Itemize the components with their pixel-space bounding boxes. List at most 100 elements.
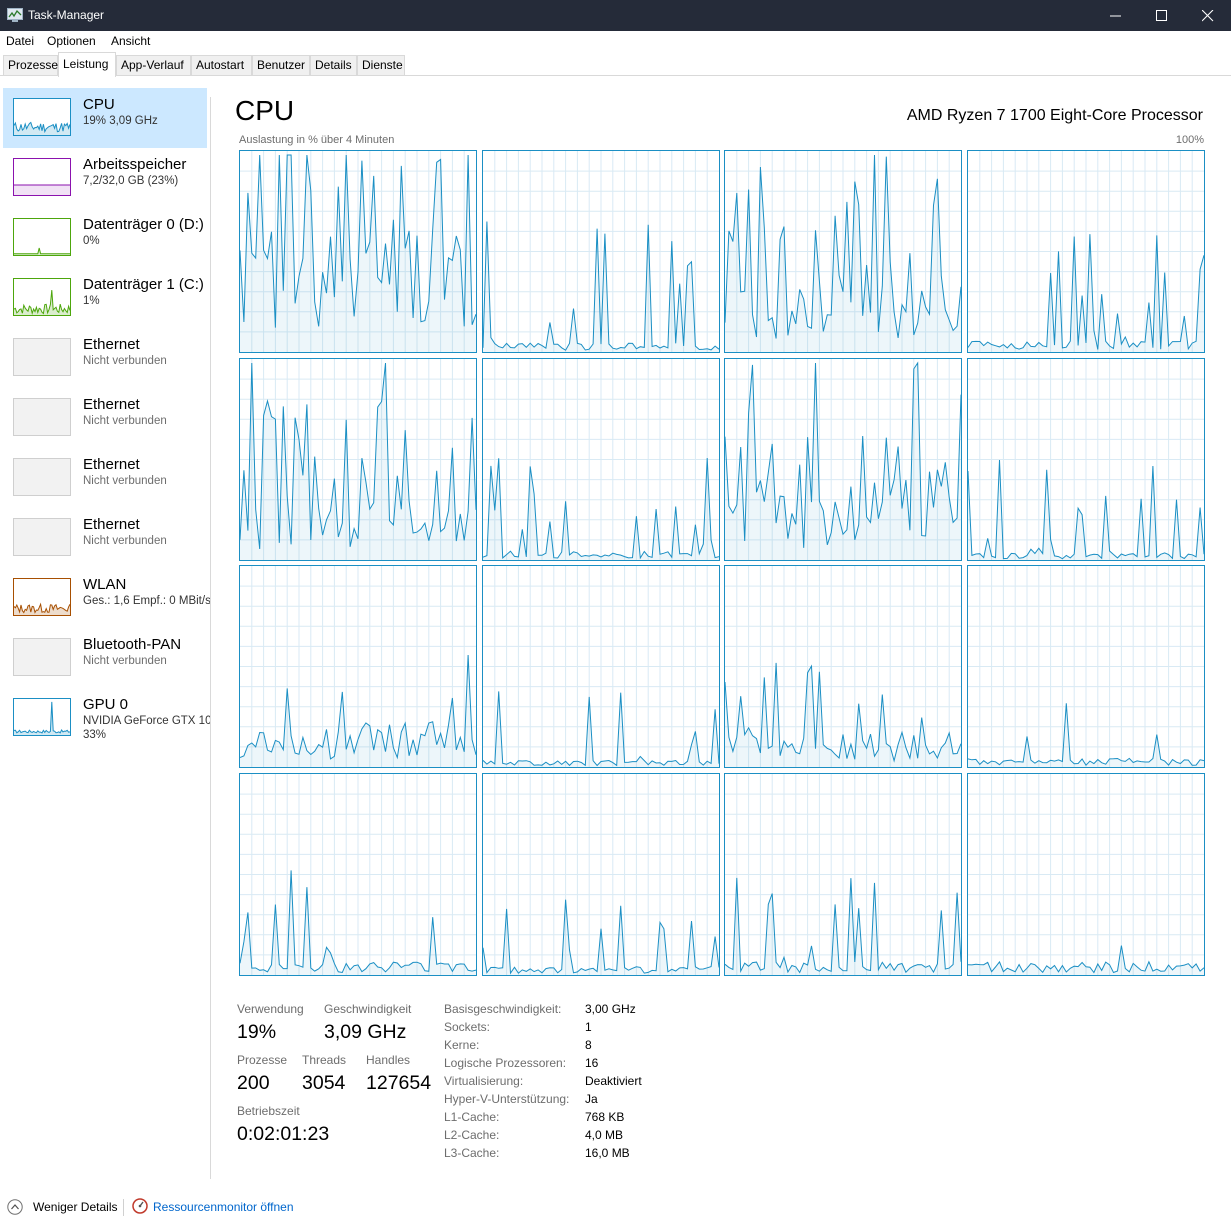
sidebar-item-datentr-ger-0-d[interactable]: Datenträger 0 (D:) 0%: [3, 208, 207, 268]
sidebar-item-ethernet[interactable]: Ethernet Nicht verbunden: [3, 448, 207, 508]
processor-usage-graph: [482, 773, 719, 975]
menu-datei[interactable]: Datei: [6, 34, 34, 48]
sidebar-thumbnail-line: [13, 121, 71, 135]
speed-label: Geschwindigkeit: [324, 1002, 412, 1016]
sidebar-item-detail: 0%: [83, 235, 100, 247]
tab-app-verlauf[interactable]: App-Verlauf: [116, 55, 191, 75]
tab-details[interactable]: Details: [310, 55, 357, 75]
processor-usage-graph: [967, 566, 1204, 767]
menu-ansicht[interactable]: Ansicht: [111, 34, 150, 48]
processor-usage-graph: [725, 358, 961, 560]
processor-usage-graph: [482, 566, 719, 767]
logical-processor-chart: [239, 357, 477, 561]
sidebar-item-name: CPU: [83, 96, 115, 113]
processor-usage-graph: [482, 151, 719, 352]
resource-monitor-link[interactable]: Ressourcenmonitor öffnen: [153, 1200, 294, 1214]
resource-monitor-icon: [132, 1198, 148, 1214]
sidebar-item-datentr-ger-1-c[interactable]: Datenträger 1 (C:) 1%: [3, 268, 207, 328]
sidebar-item-detail: Nicht verbunden: [83, 475, 167, 487]
sidebar-item-name: Ethernet: [83, 396, 140, 413]
logical-processor-chart: [481, 150, 720, 353]
sidebar-item-ethernet[interactable]: Ethernet Nicht verbunden: [3, 388, 207, 448]
processor-usage-graph: [967, 358, 1204, 560]
logical-processor-chart: [481, 357, 720, 561]
sidebar-thumbnail-graph: [13, 518, 71, 556]
sidebar-item-name: GPU 0: [83, 696, 129, 713]
sidebar-item-arbeitsspeicher[interactable]: Arbeitsspeicher 7,2/32,0 GB (23%): [3, 148, 207, 208]
sidebar-thumbnail-graph: [13, 278, 71, 316]
spec-label: L1-Cache:: [444, 1110, 500, 1124]
logical-processor-chart: [724, 565, 962, 768]
spec-label: L2-Cache:: [444, 1128, 500, 1142]
sidebar-thumbnail-line: [13, 290, 71, 316]
sidebar-item-detail: Nicht verbunden: [83, 535, 167, 547]
tab-autostart[interactable]: Autostart: [191, 55, 252, 75]
minimize-button[interactable]: [1093, 0, 1139, 31]
sidebar-item-bluetooth-pan[interactable]: Bluetooth-PAN Nicht verbunden: [3, 628, 207, 688]
sidebar-item-name: Arbeitsspeicher: [83, 156, 187, 173]
chart-max-label: 100%: [1175, 134, 1204, 146]
spec-label: Kerne:: [444, 1038, 480, 1052]
speed-value: 3,09 GHz: [324, 1021, 407, 1043]
sidebar-item-detail: 1%: [83, 295, 100, 307]
sidebar-item-name: Datenträger 0 (D:): [83, 216, 204, 233]
handles-value: 127654: [366, 1072, 432, 1094]
logical-processor-chart: [239, 150, 477, 353]
processes-label: Prozesse: [237, 1053, 288, 1067]
sidebar-item-ethernet[interactable]: Ethernet Nicht verbunden: [3, 328, 207, 388]
tab-dienste[interactable]: Dienste: [357, 55, 405, 75]
chevron-up-icon[interactable]: [7, 1199, 23, 1215]
sidebar-item-detail: NVIDIA GeForce GTX 1080: [83, 715, 210, 727]
sidebar-thumbnail-graph: [13, 458, 71, 496]
uptime-value: 0:02:01:23: [237, 1123, 330, 1145]
usage-label: Verwendung: [237, 1002, 304, 1016]
sidebar-item-detail: Nicht verbunden: [83, 415, 167, 427]
spec-label: Hyper-V-Unterstützung:: [444, 1092, 570, 1106]
resource-sidebar: CPU 19% 3,09 GHz Arbeitsspeicher 7,2/32,0 G…: [0, 76, 210, 1186]
sidebar-thumbnail-graph: [13, 578, 71, 616]
tab-prozesse[interactable]: Prozesse: [3, 55, 58, 75]
sidebar-item-cpu[interactable]: CPU 19% 3,09 GHz: [3, 88, 207, 148]
cpu-model-name: AMD Ryzen 7 1700 Eight-Core Processor: [906, 107, 1203, 124]
sidebar-item-ethernet[interactable]: Ethernet Nicht verbunden: [3, 508, 207, 568]
tab-leistung[interactable]: Leistung: [58, 52, 116, 77]
logical-processor-chart: [966, 150, 1205, 353]
fewer-details-button[interactable]: Weniger Details: [33, 1200, 117, 1214]
processor-usage-graph: [240, 151, 476, 352]
sidebar-thumbnail-graph: [13, 158, 71, 196]
logical-processor-chart: [481, 565, 720, 768]
close-icon: [1202, 10, 1214, 22]
sidebar-thumbnail-line: [13, 602, 71, 615]
sidebar-thumbnail-graph: [13, 98, 71, 136]
processes-value: 200: [237, 1072, 270, 1094]
processor-usage-graph: [967, 773, 1204, 975]
sidebar-item-name: Ethernet: [83, 456, 140, 473]
menu-bar: Datei Optionen Ansicht: [0, 31, 1231, 51]
spec-label: Logische Prozessoren:: [444, 1056, 567, 1070]
menu-optionen[interactable]: Optionen: [47, 34, 96, 48]
maximize-button[interactable]: [1139, 0, 1185, 31]
tab-bar: Prozesse Leistung App-Verlauf Autostart …: [0, 51, 1231, 77]
minimize-icon: [1110, 15, 1121, 17]
close-button[interactable]: [1185, 0, 1231, 31]
sidebar-thumbnail-graph: [13, 398, 71, 436]
logical-processor-chart: [724, 150, 962, 353]
threads-value: 3054: [302, 1072, 346, 1094]
sidebar-item-name: Bluetooth-PAN: [83, 636, 182, 653]
logical-processor-chart: [966, 772, 1205, 976]
spec-value: 1: [585, 1020, 592, 1034]
sidebar-item-name: Datenträger 1 (C:): [83, 276, 204, 293]
spec-label: Virtualisierung:: [444, 1074, 524, 1088]
tab-benutzer[interactable]: Benutzer: [252, 55, 310, 75]
sidebar-thumbnail-graph: [13, 638, 71, 676]
spec-value: 8: [585, 1038, 592, 1052]
spec-label: Sockets:: [444, 1020, 491, 1034]
sidebar-item-gpu-0[interactable]: GPU 0 NVIDIA GeForce GTX 1080 33%: [3, 688, 210, 748]
sidebar-item-wlan[interactable]: WLAN Ges.: 1,6 Empf.: 0 MBit/s: [3, 568, 210, 628]
logical-processor-chart: [724, 357, 962, 561]
processor-usage-graph: [482, 358, 719, 560]
sidebar-item-detail: Ges.: 1,6 Empf.: 0 MBit/s: [83, 595, 210, 607]
sidebar-thumbnail-graph: [13, 218, 71, 256]
uptime-label: Betriebszeit: [237, 1104, 300, 1118]
threads-label: Threads: [302, 1053, 347, 1067]
